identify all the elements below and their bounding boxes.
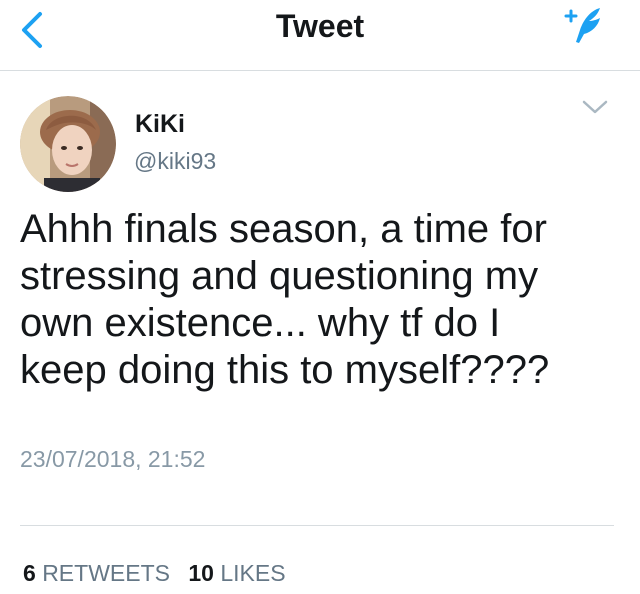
tweet-text-line: stressing and questioning my <box>20 254 539 298</box>
tweet-text-line: own existence... why tf do I <box>20 301 501 345</box>
tweet-text: Ahhh finals season, a time for stressing… <box>20 206 620 394</box>
compose-tweet-button[interactable] <box>556 4 612 48</box>
chevron-down-icon <box>582 100 608 114</box>
divider <box>20 525 614 526</box>
avatar-photo <box>20 96 116 192</box>
likes-stat[interactable]: 10 LIKES <box>188 560 285 586</box>
engagement-stats: 6 RETWEETS 10 LIKES <box>23 558 298 588</box>
avatar[interactable] <box>20 96 116 192</box>
likes-label: LIKES <box>220 560 286 586</box>
retweets-stat[interactable]: 6 RETWEETS <box>23 560 170 586</box>
tweet-options-button[interactable] <box>580 96 610 120</box>
author-name[interactable]: KiKi <box>135 109 185 139</box>
retweets-count: 6 <box>23 560 36 586</box>
author-handle[interactable]: @kiki93 <box>134 146 216 176</box>
compose-tweet-icon <box>564 8 600 43</box>
navigation-bar: Tweet <box>0 0 640 71</box>
page-title: Tweet <box>275 8 365 44</box>
tweet-text-line: Ahhh finals season, a time for <box>20 207 547 251</box>
likes-count: 10 <box>188 560 214 586</box>
tweet-text-line: keep doing this to myself???? <box>20 348 550 392</box>
retweets-label: RETWEETS <box>42 560 170 586</box>
tweet-timestamp: 23/07/2018, 21:52 <box>20 446 206 472</box>
